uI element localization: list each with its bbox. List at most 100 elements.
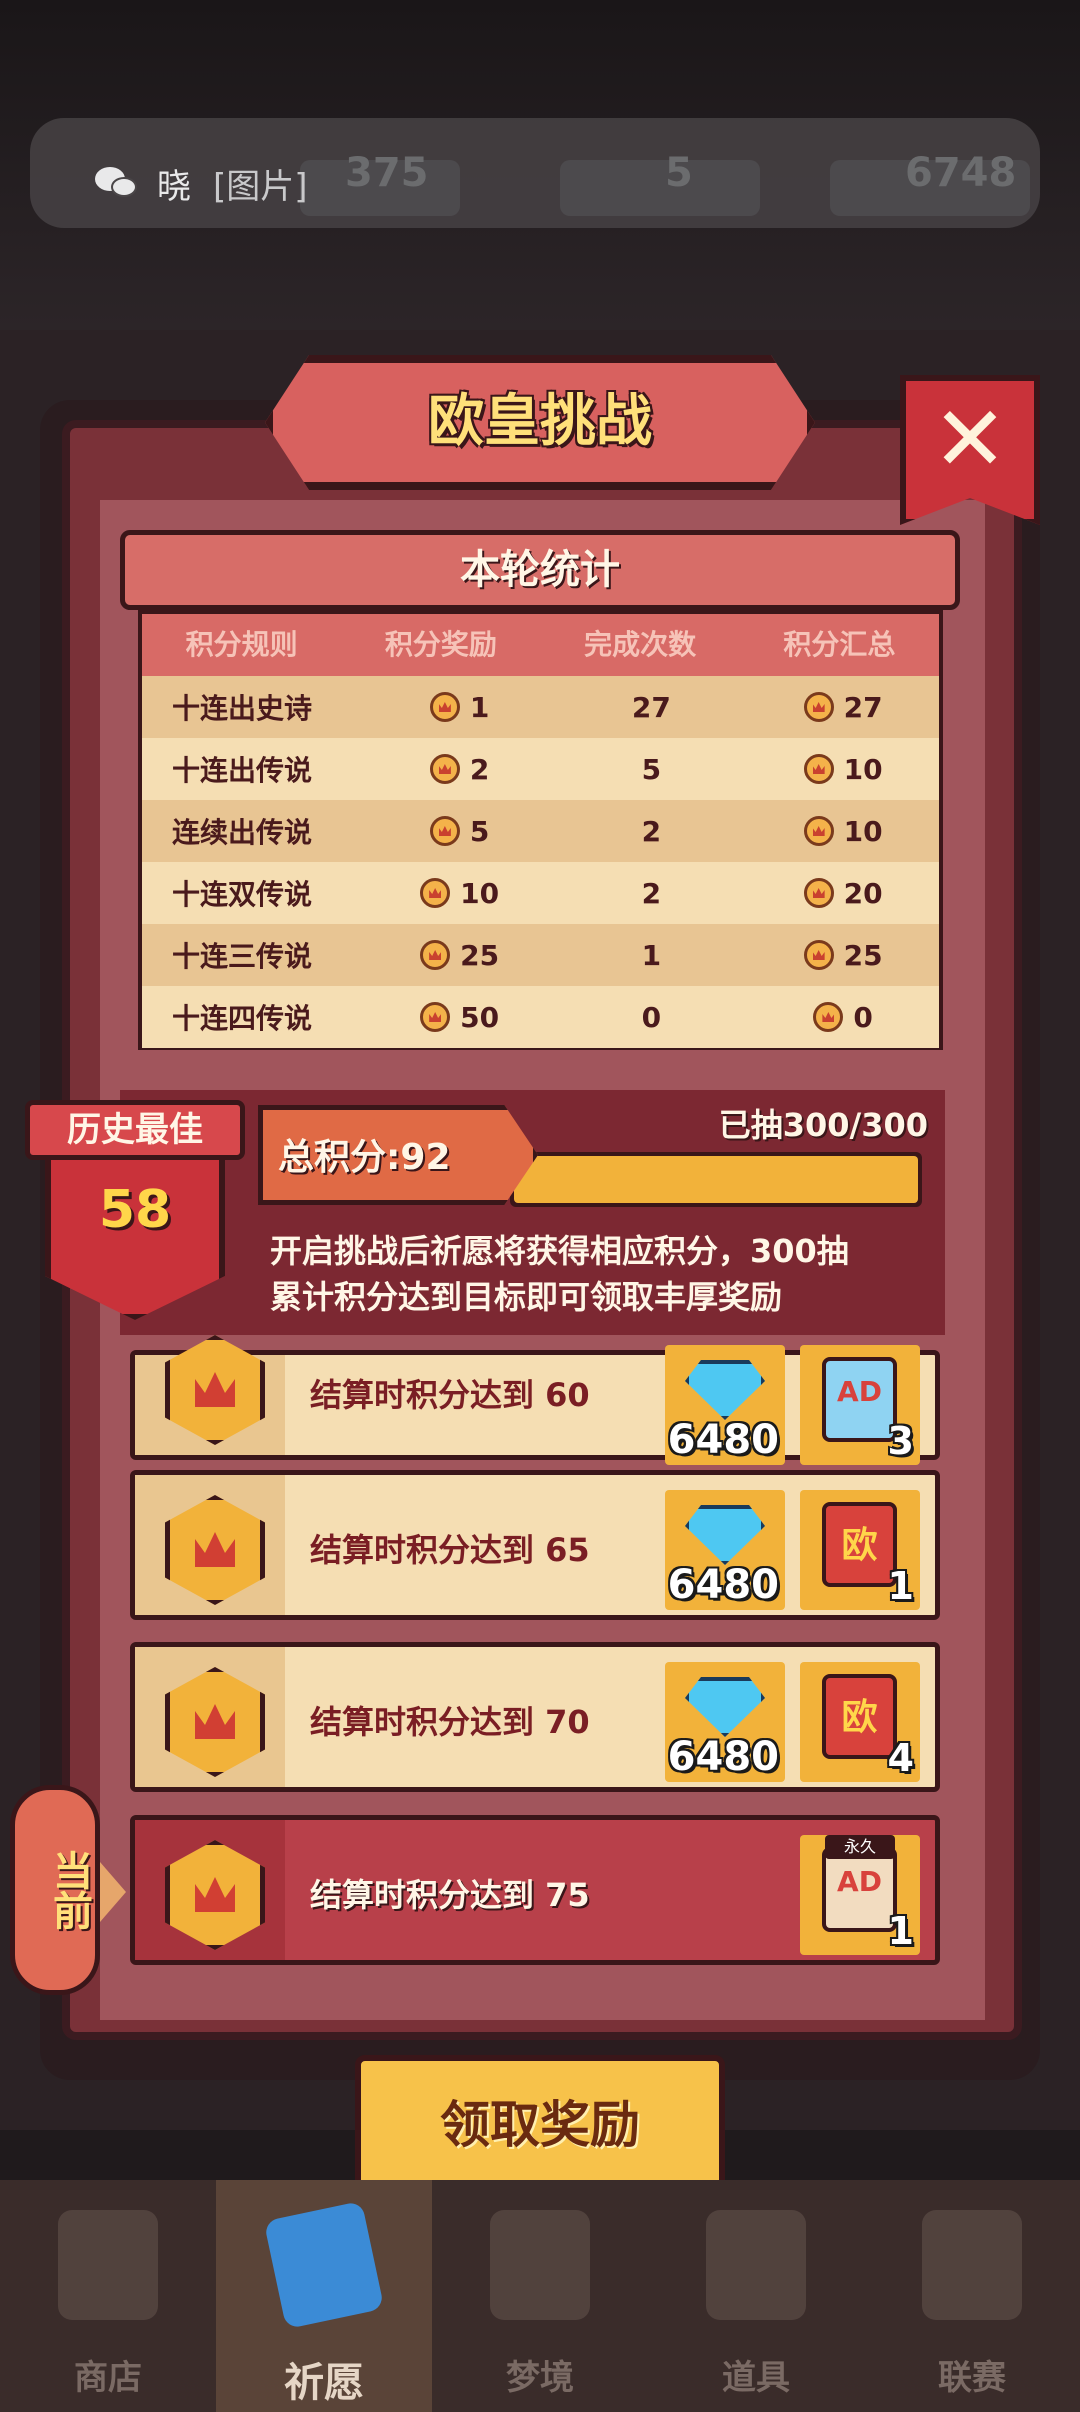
medal-value: 375 <box>345 150 429 196</box>
ad-card-reward: AD 3 <box>800 1345 920 1465</box>
crown-coin-icon <box>429 692 460 722</box>
notification-message: [图片] <box>213 166 308 207</box>
wechat-icon <box>95 165 139 201</box>
stats-header: 积分规则 积分奖励 完成次数 积分汇总 <box>142 614 939 676</box>
ou-card-glyph: 欧 <box>841 1697 878 1738</box>
reward-row-current[interactable]: 结算时积分达到 75 永久 AD 1 <box>130 1815 940 1965</box>
book-value: 5 <box>665 150 693 196</box>
rule-cell: 十连出传说 <box>172 754 313 787</box>
notification-sender: 晓 <box>157 166 191 207</box>
header-total: 积分汇总 <box>783 628 896 661</box>
crown-coin-icon <box>420 940 451 970</box>
reward-threshold: 结算时积分达到 75 <box>310 1876 590 1914</box>
table-row: 十连出史诗 1 27 27 <box>142 676 939 738</box>
total-cell: 0 <box>747 1001 939 1034</box>
total-cell: 10 <box>747 753 939 786</box>
reward-row[interactable]: 结算时积分达到 65 6480 欧 1 <box>130 1470 940 1620</box>
nav-league[interactable]: 联赛 <box>864 2180 1080 2412</box>
book-counter <box>560 160 760 216</box>
description-line: 累计积分达到目标即可领取丰厚奖励 <box>270 1278 783 1316</box>
reward-row[interactable]: 结算时积分达到 70 6480 欧 4 <box>130 1642 940 1792</box>
claim-reward-label[interactable]: 领取奖励 <box>355 2055 725 2195</box>
nav-items[interactable]: 道具 <box>648 2180 864 2412</box>
ou-card-reward: 欧 4 <box>800 1662 920 1782</box>
score-progress-fill <box>514 1156 918 1203</box>
ad-card-glyph: AD <box>837 1865 882 1898</box>
table-row: 十连三传说 25 1 25 <box>142 924 939 986</box>
reward-threshold: 结算时积分达到 70 <box>310 1703 590 1741</box>
diamond-icon <box>685 1505 765 1565</box>
diamond-amount: 6480 <box>667 1562 779 1608</box>
ou-card-reward: 欧 1 <box>800 1490 920 1610</box>
diamond-reward: 6480 <box>665 1490 785 1610</box>
ou-card-glyph: 欧 <box>841 1525 878 1566</box>
rule-cell: 连续出传说 <box>172 816 313 849</box>
challenge-description: 开启挑战后祈愿将获得相应积分，300抽 累计积分达到目标即可领取丰厚奖励 <box>270 1228 950 1328</box>
nav-shop[interactable]: 商店 <box>0 2180 216 2412</box>
league-icon <box>922 2210 1022 2320</box>
count-cell: 1 <box>641 938 662 972</box>
reward-threshold: 结算时积分达到 65 <box>310 1531 590 1569</box>
nav-label: 联赛 <box>938 2358 1006 2398</box>
crown-coin-icon <box>429 754 460 784</box>
reward-threshold: 结算时积分达到 60 <box>310 1376 590 1414</box>
diamond-reward: 6480 <box>665 1662 785 1782</box>
ad-card-amount: 1 <box>887 1909 914 1953</box>
forever-ad-card-reward: 永久 AD 1 <box>800 1835 920 1955</box>
description-line: 开启挑战后祈愿将获得相应积分，300抽 <box>270 1232 849 1270</box>
stats-title: 本轮统计 <box>460 547 620 593</box>
nav-dream[interactable]: 梦境 <box>432 2180 648 2412</box>
nav-label: 商店 <box>74 2358 142 2398</box>
crown-coin-icon <box>420 878 451 908</box>
dream-icon <box>490 2210 590 2320</box>
item-icon <box>706 2210 806 2320</box>
rule-cell: 十连三传说 <box>172 940 313 973</box>
table-row: 十连出传说 2 5 10 <box>142 738 939 800</box>
draw-count-label: 已抽300/300 <box>718 1106 928 1144</box>
total-cell: 20 <box>747 877 939 910</box>
nav-wish[interactable]: 祈愿 <box>216 2180 432 2412</box>
close-icon[interactable]: ✕ <box>900 375 1040 505</box>
reward-cell: 5 <box>364 815 556 848</box>
shop-icon <box>58 2210 158 2320</box>
total-cell: 27 <box>747 691 939 724</box>
count-cell: 0 <box>641 1000 662 1034</box>
diamond-icon <box>685 1677 765 1737</box>
rule-cell: 十连出史诗 <box>172 692 313 725</box>
nav-label: 梦境 <box>506 2358 574 2398</box>
reward-cell: 1 <box>364 691 556 724</box>
table-row: 连续出传说 5 2 10 <box>142 800 939 862</box>
forever-tag: 永久 <box>825 1835 895 1859</box>
best-score-label: 历史最佳 <box>25 1100 245 1160</box>
count-cell: 5 <box>641 752 662 786</box>
reward-cell: 50 <box>364 1001 556 1034</box>
rule-cell: 十连双传说 <box>172 878 313 911</box>
total-cell: 10 <box>747 815 939 848</box>
diamond-amount: 6480 <box>667 1734 779 1780</box>
nav-label: 祈愿 <box>284 2360 364 2406</box>
wechat-notification[interactable]: 晓 [图片] <box>95 158 308 208</box>
diamond-value: 6748 <box>905 150 1017 196</box>
reward-row[interactable]: 结算时积分达到 60 6480 AD 3 <box>130 1335 940 1465</box>
nav-label: 道具 <box>722 2358 790 2398</box>
count-cell: 27 <box>631 690 671 724</box>
table-row: 十连双传说 10 2 20 <box>142 862 939 924</box>
total-score-label: 总积分:92 <box>278 1137 451 1178</box>
table-row: 十连四传说 50 0 0 <box>142 986 939 1048</box>
crown-coin-icon <box>803 878 834 908</box>
diamond-reward: 6480 <box>665 1345 785 1465</box>
crown-coin-icon <box>803 754 834 784</box>
crown-coin-icon <box>813 1002 844 1032</box>
wish-icon <box>263 2200 385 2330</box>
header-count: 完成次数 <box>584 628 697 661</box>
reward-cell: 2 <box>364 753 556 786</box>
panel-title: 欧皇挑战 <box>428 389 652 454</box>
ad-card-amount: 3 <box>887 1419 914 1463</box>
total-cell: 25 <box>747 939 939 972</box>
reward-cell: 25 <box>364 939 556 972</box>
count-cell: 2 <box>641 876 662 910</box>
crown-coin-icon <box>803 940 834 970</box>
ou-card-amount: 4 <box>887 1736 914 1780</box>
reward-cell: 10 <box>364 877 556 910</box>
count-cell: 2 <box>641 814 662 848</box>
